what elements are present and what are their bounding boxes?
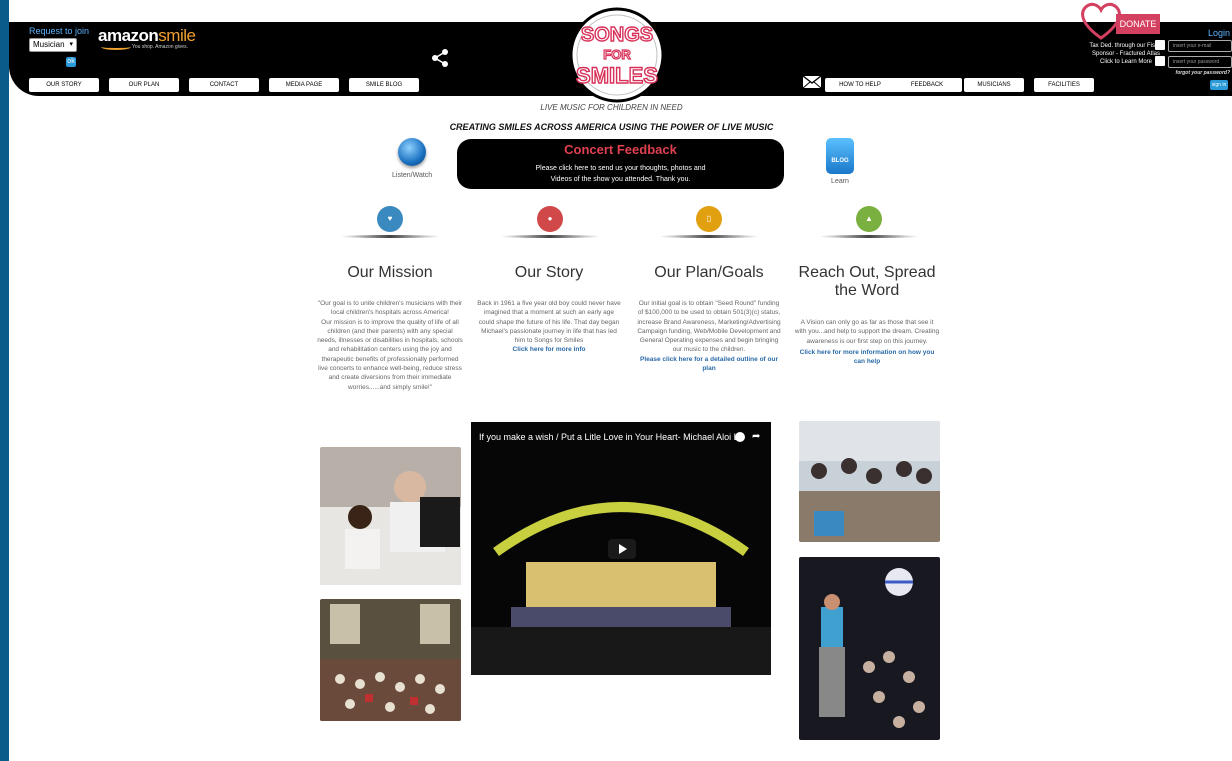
story-body: Back in 1961 a five year old boy could n… xyxy=(477,300,621,345)
blog-label: Learn xyxy=(831,178,849,185)
mission-body: "Our goal is to unite children's musicia… xyxy=(317,300,463,391)
divider-shadow xyxy=(500,235,600,238)
logo-word-smiles: SMILES xyxy=(576,63,658,88)
password-input[interactable]: insert your password xyxy=(1168,56,1232,68)
divider-shadow xyxy=(659,235,759,238)
chevron-down-icon: ▾ xyxy=(69,41,73,48)
amazon-smile-word: smile xyxy=(158,26,196,45)
nav-media-page[interactable]: MEDIA PAGE xyxy=(269,78,339,92)
user-icon xyxy=(1155,40,1165,50)
nav-contact[interactable]: CONTACT xyxy=(189,78,259,92)
songs-for-smiles-logo[interactable]: SONGS FOR SMILES xyxy=(565,7,669,103)
nav-our-story[interactable]: OUR STORY xyxy=(29,78,99,92)
reach-body: A Vision can only go as far as those tha… xyxy=(794,319,940,345)
performance-photo xyxy=(799,557,940,740)
concert-feedback-line1: Please click here to send us your though… xyxy=(535,165,706,172)
login-label: Login xyxy=(1207,28,1230,38)
sub-tagline: LIVE MUSIC FOR CHILDREN IN NEED xyxy=(540,103,683,112)
amazon-smile-logo[interactable]: amazonsmile xyxy=(98,26,196,46)
sign-in-button[interactable]: sign in xyxy=(1210,80,1228,90)
blog-link[interactable]: BLOG Learn xyxy=(820,138,860,185)
plan-body: Our initial goal is to obtain "Seed Roun… xyxy=(637,300,781,354)
email-input[interactable]: insert your e-mail xyxy=(1168,40,1232,52)
blog-icon: BLOG xyxy=(826,138,854,174)
nav-feedback[interactable]: FEEDBACK xyxy=(892,78,962,92)
concert-feedback-line2: Videos of the show you attended. Thank y… xyxy=(550,176,691,183)
nav-how-to-help[interactable]: HOW TO HELP xyxy=(825,78,895,92)
listen-watch-link[interactable]: Listen/Watch xyxy=(392,138,432,179)
site-header: Request to join Musician ▾ ok amazonsmil… xyxy=(9,2,1232,103)
nav-our-plan[interactable]: OUR PLAN xyxy=(109,78,179,92)
share-icon[interactable] xyxy=(431,48,449,68)
nav-facilities[interactable]: FACILITIES xyxy=(1034,78,1094,92)
classroom-photo xyxy=(320,599,461,721)
concert-feedback-banner[interactable]: Concert Feedback Please click here to se… xyxy=(457,139,784,189)
envelope-icon[interactable] xyxy=(802,75,822,89)
share-arrow-icon[interactable]: ➦ xyxy=(752,431,760,442)
plan-column: Our Plan/Goals Our initial goal is to ob… xyxy=(636,264,782,373)
clock-icon[interactable] xyxy=(735,432,745,442)
plan-title: Our Plan/Goals xyxy=(654,264,764,281)
request-submit-button[interactable]: ok xyxy=(66,57,76,67)
fiscal-sponsor-link[interactable]: Tax Ded. through our Fiscal Sponsor - Fr… xyxy=(1087,42,1165,66)
request-join-link[interactable]: Request to join xyxy=(29,26,89,36)
member-type-select[interactable]: Musician ▾ xyxy=(29,38,77,52)
main-tagline: CREATING SMILES ACROSS AMERICA USING THE… xyxy=(449,122,774,132)
reach-title: Reach Out, Spread the Word xyxy=(798,264,936,299)
hospital-photo xyxy=(320,447,461,585)
video-title: If you make a wish / Put a Litle Love in… xyxy=(479,432,739,442)
listen-watch-label: Listen/Watch xyxy=(392,172,433,179)
donate-button[interactable]: DONATE xyxy=(1116,14,1160,34)
divider-shadow xyxy=(340,235,440,238)
mission-title: Our Mission xyxy=(347,264,433,281)
nav-smile-blog[interactable]: SMILE BLOG xyxy=(349,78,419,92)
document-circle-icon: ▯ xyxy=(696,206,722,232)
play-orb-icon xyxy=(398,138,426,166)
lock-icon xyxy=(1155,56,1165,66)
amazon-smile-arrow xyxy=(101,44,131,50)
plan-outline-link[interactable]: Please click here for a detailed outline… xyxy=(636,355,782,374)
group-photo xyxy=(799,421,940,542)
amazon-brand: amazon xyxy=(98,26,159,45)
divider-shadow xyxy=(819,235,919,238)
concert-video-player[interactable]: If you make a wish / Put a Litle Love in… xyxy=(471,422,771,675)
story-title: Our Story xyxy=(514,264,584,281)
story-column: Our Story Back in 1961 a five year old b… xyxy=(476,264,622,355)
video-play-button[interactable] xyxy=(608,539,636,559)
story-more-link[interactable]: Click here for more info xyxy=(476,345,622,354)
nav-musicians[interactable]: MUSICIANS xyxy=(964,78,1024,92)
amazon-tagline: You shop. Amazon gives. xyxy=(132,44,188,50)
concert-feedback-title: Concert Feedback xyxy=(564,142,677,157)
mission-column: Our Mission "Our goal is to unite childr… xyxy=(317,264,463,392)
person-circle-icon: ● xyxy=(537,206,563,232)
flame-circle-icon: ▲ xyxy=(856,206,882,232)
heart-circle-icon: ♥ xyxy=(377,206,403,232)
logo-word-songs: SONGS xyxy=(581,24,653,46)
logo-word-for: FOR xyxy=(603,47,631,62)
reach-help-link[interactable]: Click here for more information on how y… xyxy=(794,348,940,367)
reach-column: Reach Out, Spread the Word A Vision can … xyxy=(794,264,940,366)
forgot-password-link[interactable]: forgot your password? xyxy=(1176,70,1230,76)
